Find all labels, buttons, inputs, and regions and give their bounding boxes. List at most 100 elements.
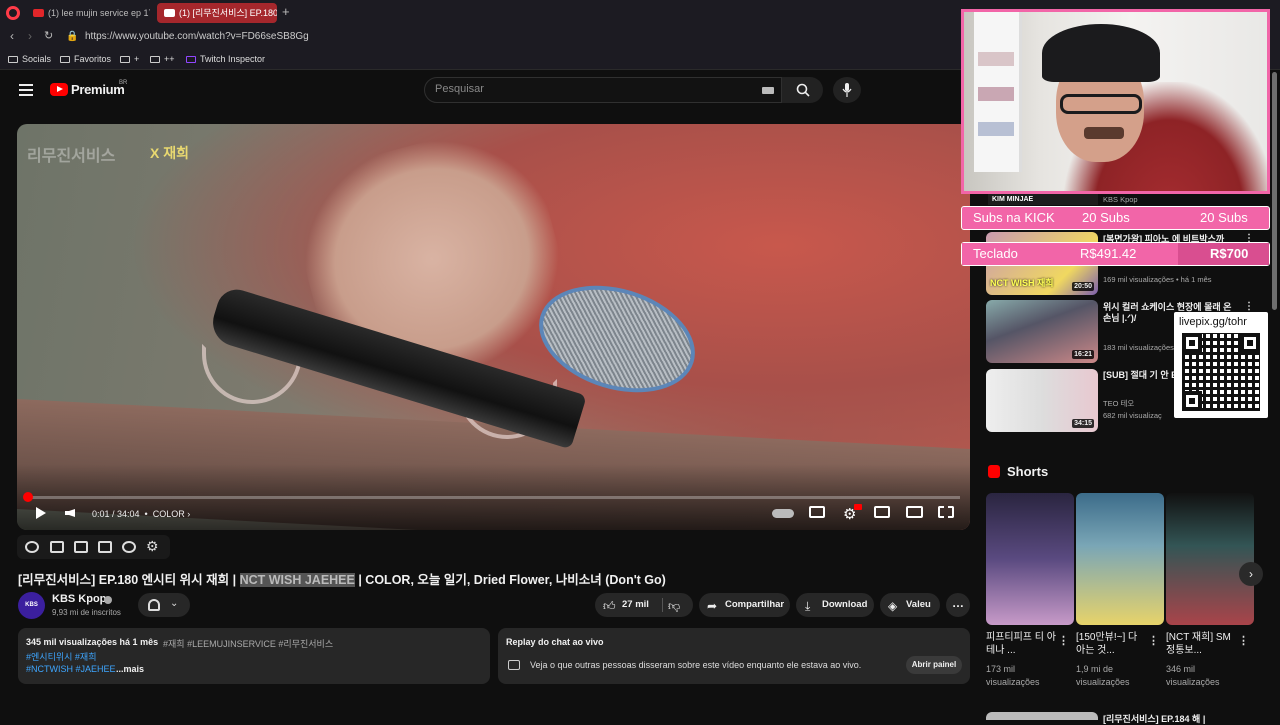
video-watermark: 리무진서비스 <box>27 148 116 165</box>
voice-search-button[interactable] <box>833 77 861 103</box>
webcam-glasses <box>1060 94 1142 114</box>
qr-finder <box>1240 333 1260 353</box>
browser-tab-active[interactable]: (1) [리무진서비스] EP.180 <box>157 3 277 23</box>
short-thumbnail[interactable] <box>986 493 1074 625</box>
subtitles-icon[interactable] <box>809 506 825 518</box>
description-hashtags[interactable]: #NCTWISH #JAEHEE <box>26 664 116 674</box>
tab-label: (1) lee mujin service ep 17 <box>48 8 150 18</box>
description-hashtags[interactable]: #엔시티위시 #재희 <box>26 650 96 663</box>
folder-icon <box>60 56 70 63</box>
webcam-bookshelf <box>974 12 1022 172</box>
rec-thumbnail[interactable]: 16:21 <box>986 300 1098 363</box>
rec-title[interactable]: [리무진서비스] EP.184 해 | <box>1103 712 1205 725</box>
short-thumbnail[interactable] <box>1076 493 1164 625</box>
thumbs-down-icon[interactable]: 👎︎ <box>668 599 680 614</box>
film-icon[interactable] <box>98 541 112 553</box>
progress-bar[interactable] <box>27 496 960 499</box>
region-code: BR <box>119 80 128 86</box>
short-menu-icon[interactable]: ⋮ <box>1148 634 1159 647</box>
chat-replay-title: Replay do chat ao vivo <box>506 637 604 647</box>
rec-thumbnail[interactable] <box>986 712 1098 720</box>
image-icon[interactable] <box>74 541 88 553</box>
youtube-logo-icon[interactable] <box>50 83 68 96</box>
menu-icon[interactable] <box>19 84 33 99</box>
goal-current: 20 Subs <box>1082 210 1130 225</box>
bookmark-label: ++ <box>164 54 175 64</box>
download-label: Download <box>822 599 868 610</box>
keyboard-icon[interactable] <box>762 87 774 94</box>
show-more-link[interactable]: ...mais <box>116 664 144 674</box>
video-player[interactable]: 리무진서비스 X 재희 0:01 / 34:04 • COLOR › ⚙ <box>17 124 970 530</box>
chat-replay-text: Veja o que outras pessoas disseram sobre… <box>530 660 862 670</box>
bookmark-label: Socials <box>22 54 52 64</box>
bookmark-plus[interactable]: + <box>120 54 139 64</box>
broadcast-icon[interactable] <box>25 541 39 553</box>
subs-goal-bar: Subs na KICK 20 Subs 20 Subs <box>961 206 1270 230</box>
brand-premium[interactable]: Premium <box>71 82 125 97</box>
qr-code <box>1182 333 1260 411</box>
time-display: 0:01 / 34:04 • COLOR › <box>92 509 191 519</box>
short-views: 1,9 mi de visualizações <box>1076 664 1130 687</box>
title-part: [리무진서비스] EP.180 엔시티 위시 재희 | <box>18 573 240 587</box>
url-field[interactable]: https://www.youtube.com/watch?v=FD66seSB… <box>85 31 309 42</box>
clapper-icon[interactable] <box>50 541 64 553</box>
overlay-thumb-label: KIM MINJAE <box>988 194 1098 205</box>
short-title[interactable]: [NCT 재희] SM 정통보... <box>1166 631 1238 657</box>
opera-menu-icon[interactable] <box>6 6 20 20</box>
goal-label: Teclado <box>973 246 1018 261</box>
fullscreen-icon[interactable] <box>938 506 954 518</box>
new-tab-button[interactable]: + <box>282 4 290 19</box>
bookmark-label: + <box>134 54 140 64</box>
twitch-icon <box>186 56 196 63</box>
search-button[interactable] <box>782 77 823 103</box>
qr-label: livepix.gg/tohr <box>1179 316 1247 328</box>
duration-badge: 34:15 <box>1072 419 1094 428</box>
thumbs-up-icon: 👍︎ <box>603 599 616 613</box>
shorts-next-button[interactable]: › <box>1239 562 1263 586</box>
rec-menu-icon[interactable]: ⋮ <box>1244 301 1254 312</box>
rec-thumbnail[interactable]: 34:15 <box>986 369 1098 432</box>
back-icon[interactable]: ‹ <box>10 29 14 43</box>
bookmark-plusplus[interactable]: ++ <box>150 54 175 64</box>
channel-name[interactable]: KBS Kpop <box>52 593 106 605</box>
short-views: 173 mil visualizações <box>986 664 1040 687</box>
webcam-mustache <box>1084 127 1124 139</box>
goal-target: 20 Subs <box>1200 210 1248 225</box>
super-thanks-icon: ◈ <box>888 599 898 613</box>
description-tags[interactable]: #재희 #LEEMUJINSERVICE #리무진서비스 <box>163 637 333 650</box>
theater-mode-icon[interactable] <box>906 506 923 518</box>
forward-icon[interactable]: › <box>28 29 32 43</box>
miniplayer-icon[interactable] <box>874 506 890 518</box>
autoplay-toggle[interactable] <box>772 509 794 518</box>
short-menu-icon[interactable]: ⋮ <box>1238 634 1249 647</box>
bookmark-socials[interactable]: Socials <box>8 54 51 64</box>
goal-target: R$700 <box>1210 246 1249 261</box>
reload-icon[interactable]: ↻ <box>44 29 53 42</box>
play-icon[interactable] <box>36 507 46 519</box>
bookmark-twitch-inspector[interactable]: Twitch Inspector <box>186 54 265 64</box>
page-scrollbar[interactable] <box>1272 72 1277 310</box>
scrubber-handle[interactable] <box>23 492 33 502</box>
short-views: 346 mil visualizações <box>1166 664 1220 687</box>
chapter-label[interactable]: COLOR <box>153 509 185 519</box>
webcam-overlay <box>961 9 1270 194</box>
short-title[interactable]: [150만뷰!~] 다 아는 것... <box>1076 631 1148 657</box>
more-actions-button[interactable]: … <box>946 593 970 617</box>
short-menu-icon[interactable]: ⋮ <box>1058 634 1069 647</box>
open-chat-button[interactable]: Abrir painel <box>906 656 962 674</box>
goal-current: R$491.42 <box>1080 246 1137 261</box>
youtube-favicon-icon <box>164 9 175 17</box>
short-title[interactable]: 피프티피프 티 아테나 ... <box>986 631 1058 657</box>
lock-icon: 🔒 <box>66 31 79 42</box>
rec-channel[interactable]: TEO 테오 <box>1103 398 1134 409</box>
browser-tab[interactable]: (1) lee mujin service ep 17 <box>26 3 150 23</box>
bookmark-favoritos[interactable]: Favoritos <box>60 54 111 64</box>
gear-icon[interactable]: ⚙ <box>146 538 159 555</box>
short-thumbnail[interactable] <box>1166 493 1254 625</box>
rec-meta: 682 mil visualizaç <box>1103 411 1162 420</box>
bookmark-label: Twitch Inspector <box>200 54 266 64</box>
speed-icon[interactable] <box>122 541 136 553</box>
subscribed-bell-button[interactable] <box>138 593 190 617</box>
bookmark-label: Favoritos <box>74 54 112 64</box>
channel-avatar[interactable]: KBS Kpop <box>18 592 45 635</box>
